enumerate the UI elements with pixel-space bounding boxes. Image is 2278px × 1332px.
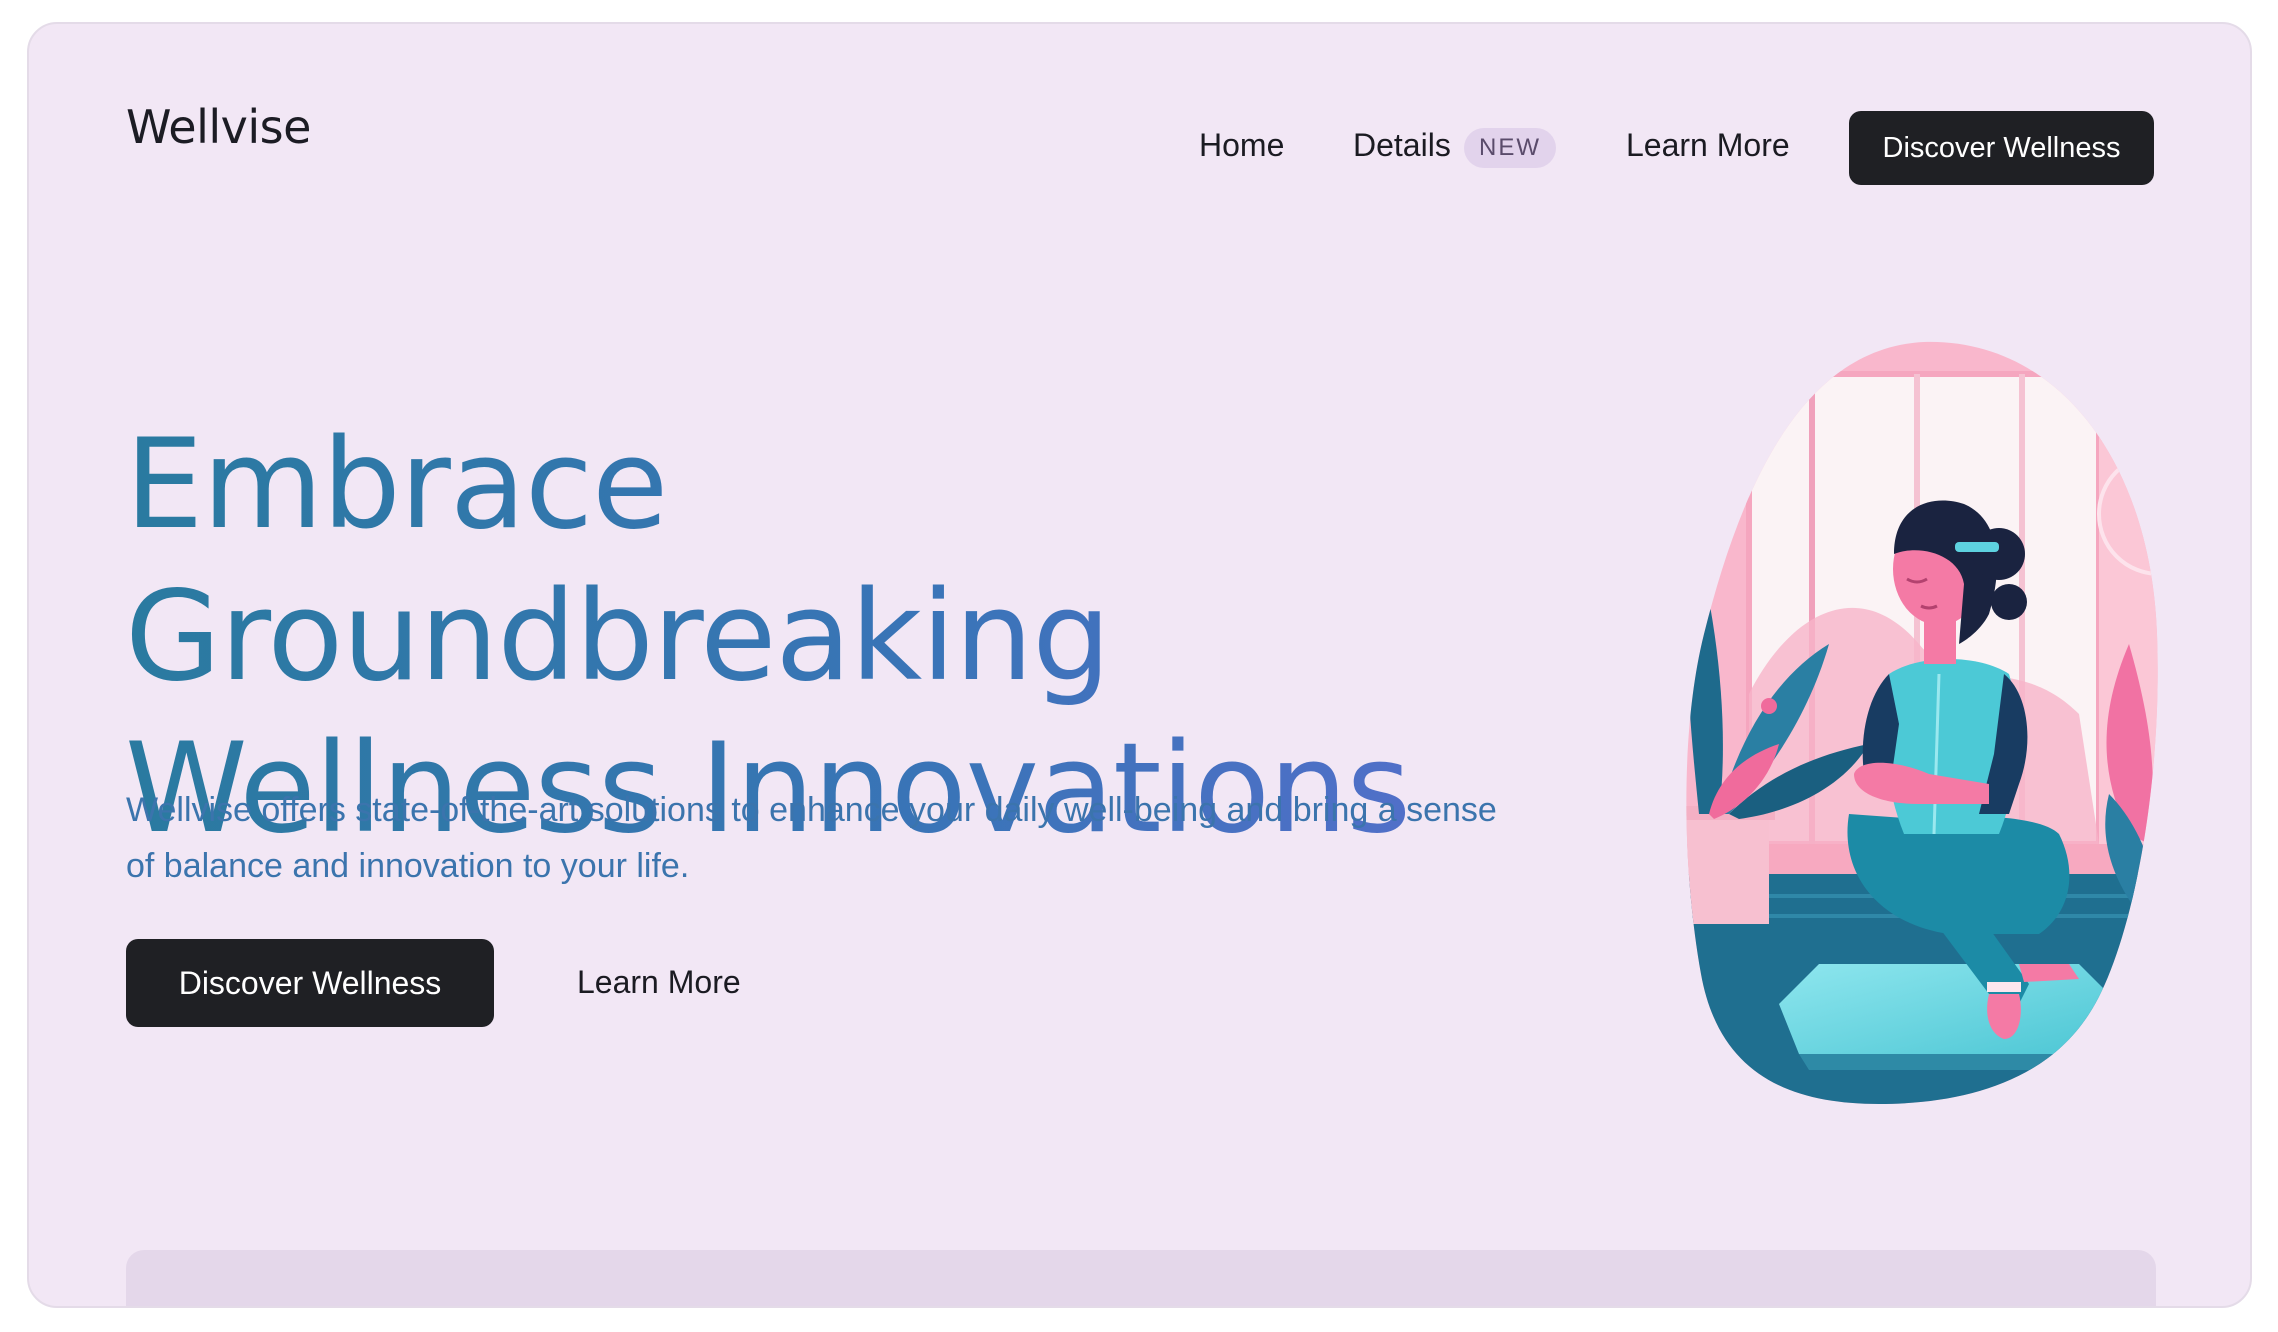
hero-subtitle: Wellvise offers state-of-the-art solutio… — [126, 791, 1497, 885]
hero-headline-line-1: Embrace Groundbreaking — [125, 413, 1110, 709]
next-section-panel — [126, 1250, 2156, 1306]
new-badge: NEW — [1464, 128, 1556, 168]
nav-learn-more-link[interactable]: Learn More — [1626, 127, 1790, 164]
page-frame: Wellvise Home Details NEW Learn More Dis… — [27, 22, 2252, 1308]
nav-home-link[interactable]: Home — [1199, 127, 1284, 164]
top-nav: Home Details NEW Learn More Discover Wel… — [29, 88, 2250, 188]
hero-discover-wellness-button[interactable]: Discover Wellness — [126, 939, 494, 1027]
nav-discover-wellness-button[interactable]: Discover Wellness — [1849, 111, 2154, 185]
nav-details-link[interactable]: Details — [1353, 127, 1451, 164]
meditating-woman-illustration — [1659, 314, 2179, 1114]
hero-learn-more-link[interactable]: Learn More — [577, 964, 741, 1001]
